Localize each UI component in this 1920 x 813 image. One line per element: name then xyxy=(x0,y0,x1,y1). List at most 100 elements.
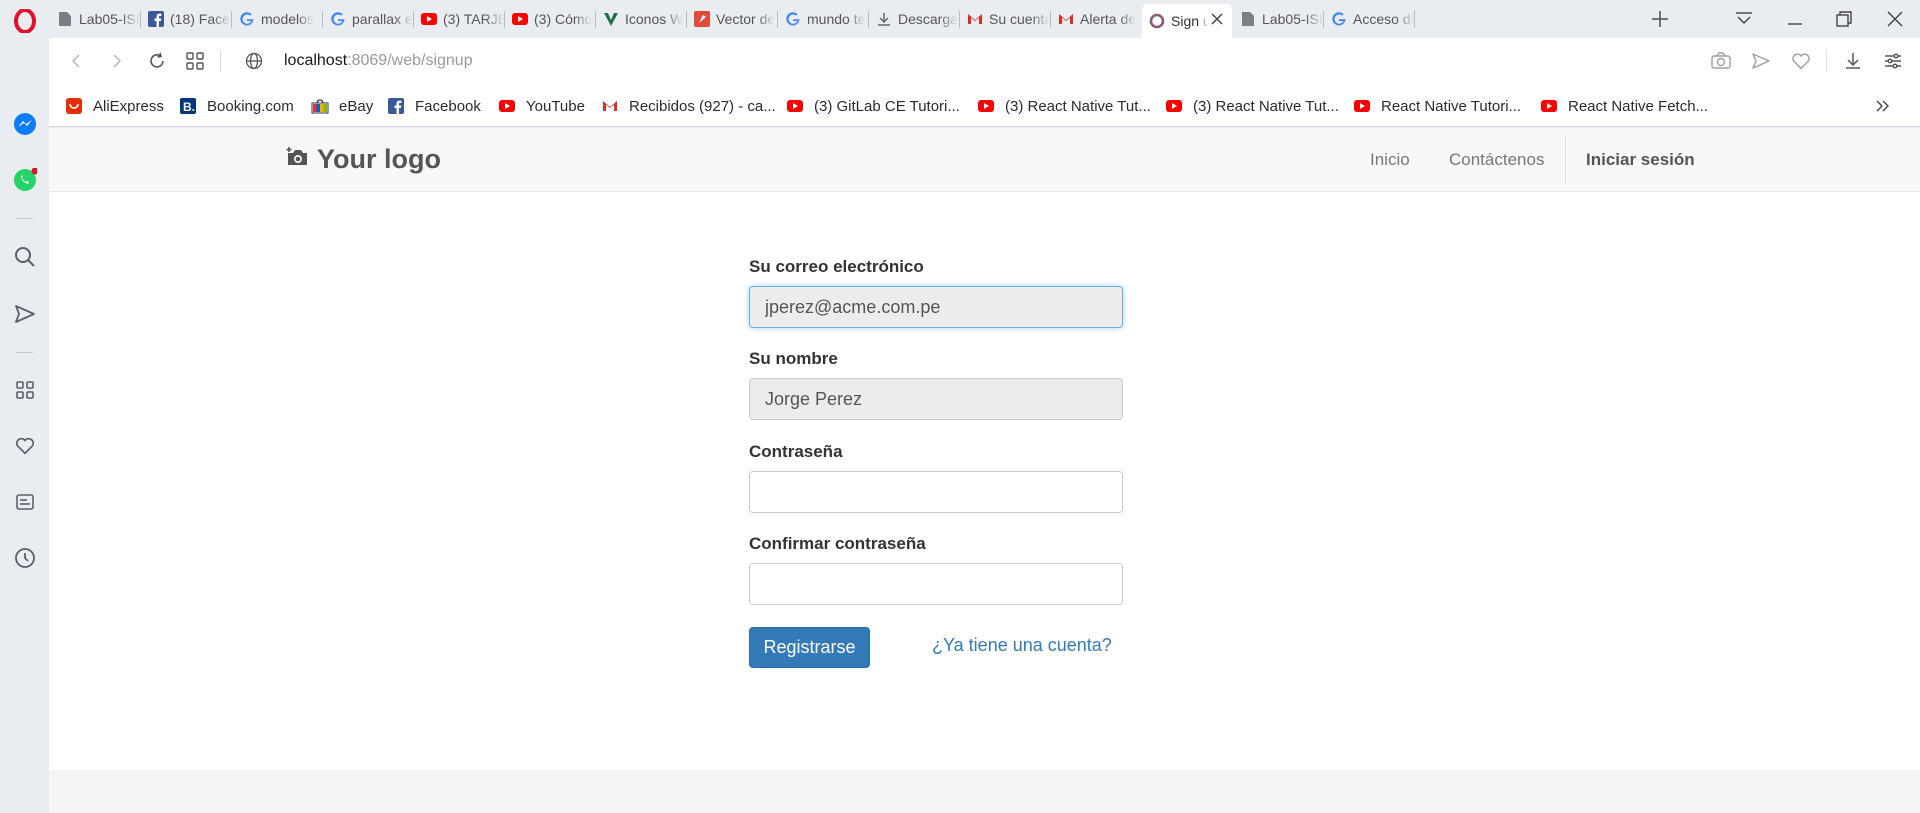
youtube-icon xyxy=(1540,98,1558,114)
tab-label: Sign up xyxy=(1171,13,1209,29)
forward-icon[interactable] xyxy=(105,49,129,73)
tab-menu-icon[interactable] xyxy=(1721,4,1767,34)
tab-bar: Lab05-ISE (18) Facebook modelos parallax e (… xyxy=(49,0,1920,38)
youtube-icon xyxy=(421,11,437,27)
browser-tab[interactable]: Lab05-ISE xyxy=(50,4,140,34)
confirm-password-field[interactable] xyxy=(749,563,1123,605)
browser-tab[interactable]: Descarga xyxy=(869,4,959,34)
browser-tab[interactable]: Vector de xyxy=(687,4,777,34)
heart-icon[interactable] xyxy=(11,432,38,459)
easy-setup-icon[interactable] xyxy=(1881,49,1905,73)
register-button[interactable]: Registrarse xyxy=(749,627,870,668)
bookmarks-bar: AliExpress B. Booking.com eBay Facebook YouTu… xyxy=(49,84,1920,127)
name-field[interactable] xyxy=(749,378,1123,420)
more-bookmarks-chevron-icon[interactable] xyxy=(1872,96,1894,116)
facebook-icon xyxy=(387,98,405,114)
browser-tab[interactable]: modelos xyxy=(232,4,322,34)
nav-contact-link[interactable]: Contáctenos xyxy=(1449,150,1544,170)
browser-tab[interactable]: (3) TARJE xyxy=(414,4,504,34)
tab-label: Iconos W xyxy=(625,11,684,27)
browser-tab[interactable]: Alerta de xyxy=(1051,4,1141,34)
tab-label: parallax e xyxy=(352,11,413,27)
confirm-password-label: Confirmar contraseña xyxy=(749,534,926,553)
messenger-icon[interactable] xyxy=(11,110,38,137)
youtube-icon xyxy=(786,98,804,114)
bookmark-label: React Native Tutori... xyxy=(1381,97,1522,115)
bookmark-item[interactable]: eBay xyxy=(311,95,373,117)
url-path: :8069/web/signup xyxy=(347,52,473,69)
minimize-icon[interactable] xyxy=(1772,4,1818,34)
name-label: Su nombre xyxy=(749,349,838,368)
gmail-icon xyxy=(601,98,619,114)
google-icon xyxy=(1331,11,1347,27)
email-field[interactable] xyxy=(749,286,1123,328)
tab-grid-icon[interactable] xyxy=(183,49,207,73)
bookmark-item[interactable]: Recibidos (927) - ca... xyxy=(601,95,776,117)
site-header: Your logo Inicio Contáctenos Iniciar ses… xyxy=(49,128,1920,192)
youtube-icon xyxy=(1165,98,1183,114)
bookmark-item[interactable]: Facebook xyxy=(387,95,481,117)
share-send-icon[interactable] xyxy=(1749,49,1773,73)
ebay-icon xyxy=(311,98,329,114)
snapshot-camera-icon[interactable] xyxy=(1709,49,1733,73)
back-icon[interactable] xyxy=(64,49,88,73)
bookmark-item[interactable]: AliExpress xyxy=(65,95,164,117)
google-icon xyxy=(239,11,255,27)
url-host: localhost xyxy=(284,52,348,69)
have-account-link[interactable]: ¿Ya tiene una cuenta? xyxy=(932,635,1112,656)
bookmark-label: Booking.com xyxy=(207,97,294,115)
globe-icon[interactable] xyxy=(242,49,266,73)
youtube-icon xyxy=(977,98,995,114)
browser-tab[interactable]: Acceso de xyxy=(1324,4,1414,34)
url-field[interactable]: localhost:8069/web/signup xyxy=(284,52,473,70)
browser-tab[interactable]: Lab05-ISE xyxy=(1233,4,1323,34)
gmail-icon xyxy=(1058,11,1074,27)
document-icon xyxy=(1240,11,1256,27)
history-icon[interactable] xyxy=(11,544,38,571)
search-icon[interactable] xyxy=(11,243,38,270)
bookmark-item[interactable]: React Native Tutori... xyxy=(1353,95,1521,117)
aliexpress-icon xyxy=(65,98,83,114)
browser-tab[interactable]: (18) Facebook xyxy=(141,4,231,34)
whatsapp-icon[interactable] xyxy=(11,166,38,193)
reload-icon[interactable] xyxy=(145,49,169,73)
browser-tab[interactable]: Sign up xyxy=(1142,4,1232,38)
download-icon xyxy=(876,11,892,27)
close-window-icon[interactable] xyxy=(1872,4,1918,34)
bookmark-label: (3) GitLab CE Tutori... xyxy=(814,97,960,115)
bookmark-heart-icon[interactable] xyxy=(1789,49,1813,73)
tab-label: Su cuenta xyxy=(989,11,1050,27)
address-bar: localhost:8069/web/signup xyxy=(49,38,1920,84)
restore-icon[interactable] xyxy=(1821,4,1867,34)
speed-dial-icon[interactable] xyxy=(11,376,38,403)
bookmark-item[interactable]: React Native Fetch... xyxy=(1540,95,1708,117)
news-icon[interactable] xyxy=(11,488,38,515)
tab-label: modelos xyxy=(261,11,314,27)
tab-label: Descarga xyxy=(898,11,958,27)
vuetify-icon xyxy=(603,11,619,27)
browser-tab[interactable]: mundo te xyxy=(778,4,868,34)
site-logo[interactable]: Your logo xyxy=(285,144,441,175)
nav-login-link[interactable]: Iniciar sesión xyxy=(1586,150,1695,170)
bookmark-item[interactable]: (3) GitLab CE Tutori... xyxy=(786,95,960,117)
bookmark-item[interactable]: YouTube xyxy=(498,95,585,117)
browser-tab[interactable]: (3) Cómo xyxy=(505,4,595,34)
bookmark-item[interactable]: (3) React Native Tut... xyxy=(977,95,1151,117)
bookmark-item[interactable]: (3) React Native Tut... xyxy=(1165,95,1339,117)
browser-tab[interactable]: Su cuenta xyxy=(960,4,1050,34)
downloads-icon[interactable] xyxy=(1841,49,1865,73)
browser-tab[interactable]: parallax e xyxy=(323,4,413,34)
new-tab-plus-icon[interactable] xyxy=(1645,4,1675,34)
bookmark-item[interactable]: B. Booking.com xyxy=(179,95,294,117)
close-tab-icon[interactable] xyxy=(1210,12,1224,26)
browser-tab[interactable]: Iconos W xyxy=(596,4,686,34)
bookmark-label: (3) React Native Tut... xyxy=(1005,97,1151,115)
password-field[interactable] xyxy=(749,471,1123,513)
tab-label: (3) Cómo xyxy=(534,11,593,27)
send-icon[interactable] xyxy=(11,300,38,327)
password-label: Contraseña xyxy=(749,442,843,461)
opera-logo-icon[interactable] xyxy=(11,7,38,34)
bookmark-label: YouTube xyxy=(526,97,585,115)
nav-home-link[interactable]: Inicio xyxy=(1370,150,1410,170)
bookmark-label: Facebook xyxy=(415,97,481,115)
